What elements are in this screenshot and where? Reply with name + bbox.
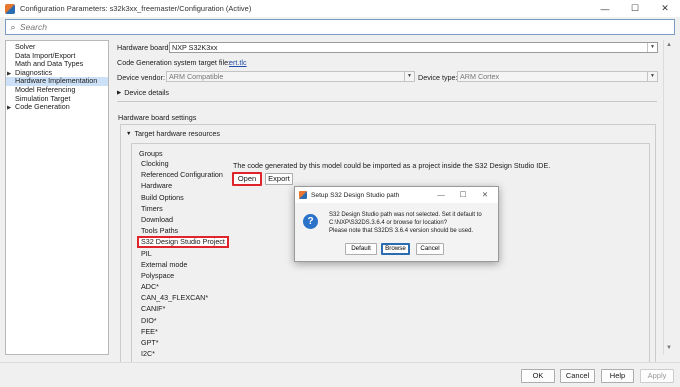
- dialog-message: S32 Design Studio path was not selected.…: [329, 212, 482, 235]
- device-vendor-value: ARM Compatible: [169, 72, 224, 81]
- expand-triangle-icon: ▶: [117, 89, 122, 96]
- dialog-close-button[interactable]: ✕: [474, 187, 496, 203]
- export-button[interactable]: Export: [265, 173, 293, 185]
- matlab-logo-icon: [5, 3, 15, 14]
- scroll-down-icon[interactable]: ▼: [666, 345, 672, 351]
- maximize-button[interactable]: ☐: [620, 0, 650, 17]
- hardware-board-label: Hardware board:: [117, 43, 171, 52]
- device-type-value: ARM Cortex: [460, 72, 500, 81]
- board-settings-heading: Hardware board settings: [118, 113, 197, 122]
- expand-triangle-icon[interactable]: ▶: [7, 70, 15, 79]
- group-polyspace[interactable]: Polyspace: [137, 270, 229, 281]
- footer-bar: OK Cancel Help Apply: [0, 362, 680, 387]
- dialog-message-line: Please note that S32DS 3.6.4 version sho…: [329, 227, 474, 234]
- chevron-down-icon[interactable]: ▼: [404, 72, 414, 81]
- groups-list: Clocking Referenced Configuration Hardwa…: [137, 158, 229, 358]
- group-tools-paths[interactable]: Tools Paths: [137, 225, 229, 236]
- group-download[interactable]: Download: [137, 214, 229, 225]
- dialog-message-line: C:\NXP\S32DS.3.6.4 or browse for locatio…: [329, 219, 448, 226]
- group-i2c[interactable]: I2C*: [137, 348, 229, 359]
- hardware-board-value: NXP S32K3xx: [172, 43, 218, 52]
- window-title: Configuration Parameters: s32k3xx_freema…: [20, 4, 252, 13]
- group-pil[interactable]: PIL: [137, 248, 229, 259]
- vertical-scrollbar[interactable]: ▲ ▼: [663, 40, 675, 355]
- dialog-maximize-button[interactable]: ☐: [452, 187, 474, 203]
- dialog-window-controls: — ☐ ✕: [430, 187, 496, 203]
- search-input[interactable]: [20, 22, 620, 32]
- dialog-minimize-button[interactable]: —: [430, 187, 452, 203]
- scroll-up-icon[interactable]: ▲: [666, 42, 672, 48]
- apply-button[interactable]: Apply: [640, 369, 674, 383]
- dialog-cancel-button[interactable]: Cancel: [416, 243, 444, 255]
- dialog-message-line: S32 Design Studio path was not selected.…: [329, 212, 482, 218]
- target-resources-toggle[interactable]: ▼ Target hardware resources: [126, 129, 220, 138]
- category-tree: Solver Data Import/Export Math and Data …: [5, 40, 109, 355]
- close-button[interactable]: ✕: [650, 0, 680, 17]
- codegen-target-label: Code Generation system target file:: [117, 58, 231, 67]
- group-timers[interactable]: Timers: [137, 203, 229, 214]
- import-message: The code generated by this model could b…: [233, 161, 551, 170]
- device-type-dropdown[interactable]: ARM Cortex ▼: [457, 71, 658, 82]
- question-icon: ?: [303, 214, 318, 229]
- window-titlebar: Configuration Parameters: s32k3xx_freema…: [0, 0, 680, 17]
- divider: [117, 101, 657, 102]
- group-can-43-flexcan[interactable]: CAN_43_FLEXCAN*: [137, 292, 229, 303]
- browse-button[interactable]: Browse: [381, 243, 410, 255]
- device-vendor-dropdown[interactable]: ARM Compatible ▼: [166, 71, 415, 82]
- help-button[interactable]: Help: [601, 369, 634, 383]
- device-details-label: Device details: [124, 88, 169, 97]
- ert-tlc-link[interactable]: ert.tlc: [229, 58, 247, 67]
- chevron-down-icon[interactable]: ▼: [647, 43, 657, 52]
- device-vendor-label: Device vendor:: [117, 73, 165, 82]
- dialog-titlebar: Setup S32 Design Studio path — ☐ ✕: [295, 187, 498, 203]
- expand-triangle-icon[interactable]: ▶: [7, 104, 15, 113]
- chevron-down-icon[interactable]: ▼: [647, 72, 657, 81]
- group-dio[interactable]: DIO*: [137, 315, 229, 326]
- device-details-toggle[interactable]: ▶ Device details: [117, 88, 169, 97]
- minimize-button[interactable]: —: [590, 0, 620, 17]
- group-referenced-configuration[interactable]: Referenced Configuration: [137, 169, 229, 180]
- collapse-triangle-icon: ▼: [126, 130, 132, 137]
- open-button[interactable]: Open: [232, 172, 262, 186]
- search-bar: ⌕: [5, 19, 675, 35]
- matlab-logo-icon: [299, 191, 307, 199]
- ok-button[interactable]: OK: [521, 369, 555, 383]
- window-controls: — ☐ ✕: [590, 0, 680, 17]
- group-gpt[interactable]: GPT*: [137, 337, 229, 348]
- device-type-label: Device type:: [418, 73, 458, 82]
- group-s32-design-studio-project[interactable]: S32 Design Studio Project: [137, 236, 229, 248]
- tree-item-code-generation[interactable]: ▶ Code Generation: [6, 102, 108, 113]
- group-clocking[interactable]: Clocking: [137, 158, 229, 169]
- dialog-title: Setup S32 Design Studio path: [311, 191, 400, 199]
- hardware-board-dropdown[interactable]: NXP S32K3xx ▼: [169, 42, 658, 53]
- default-button[interactable]: Default: [345, 243, 377, 255]
- target-resources-label: Target hardware resources: [134, 129, 220, 138]
- group-hardware[interactable]: Hardware: [137, 180, 229, 191]
- cancel-button[interactable]: Cancel: [560, 369, 595, 383]
- setup-s32ds-path-dialog: Setup S32 Design Studio path — ☐ ✕ ? S32…: [294, 186, 499, 262]
- group-external-mode[interactable]: External mode: [137, 259, 229, 270]
- tree-item-label: Code Generation: [15, 102, 70, 112]
- group-adc[interactable]: ADC*: [137, 281, 229, 292]
- group-fee[interactable]: FEE*: [137, 326, 229, 337]
- groups-label: Groups: [139, 149, 163, 158]
- search-icon: ⌕: [10, 21, 16, 32]
- group-canif[interactable]: CANIF*: [137, 303, 229, 314]
- group-build-options[interactable]: Build Options: [137, 192, 229, 203]
